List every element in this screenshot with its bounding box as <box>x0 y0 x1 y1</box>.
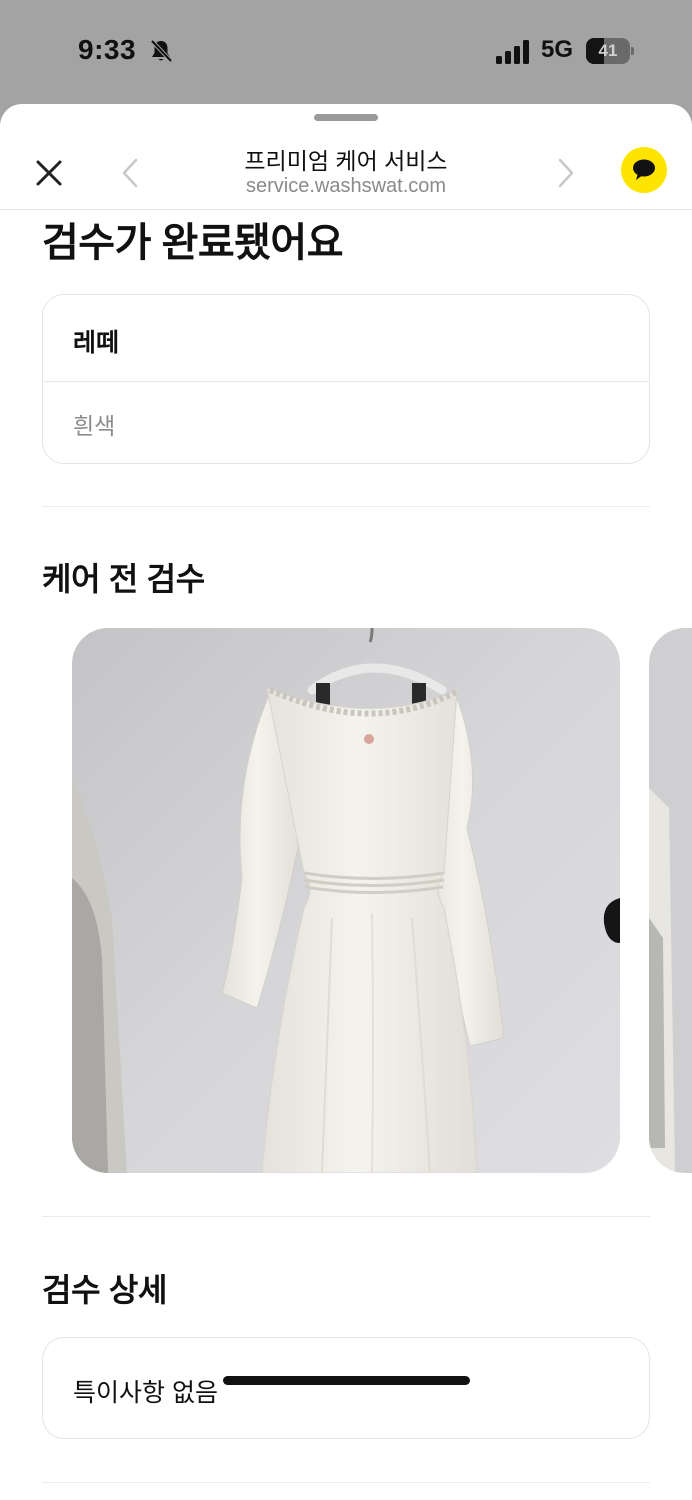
status-time: 9:33 <box>78 34 137 65</box>
home-indicator[interactable] <box>223 1376 470 1385</box>
inspection-detail-card: 특이사항 없음 <box>42 1337 650 1439</box>
item-brand: 레떼 <box>73 329 120 357</box>
divider <box>43 381 649 382</box>
next-photo-preview <box>649 628 692 1173</box>
item-info-card: 레떼 흰색 <box>42 294 650 464</box>
network-label: 5G <box>541 36 574 63</box>
status-bar: 9:33 5G 41 <box>0 0 692 104</box>
inspection-photo[interactable] <box>72 628 620 1173</box>
webview-sheet: 프리미엄 케어 서비스 service.washswat.com 검수가 완료됐… <box>0 104 692 1500</box>
nav-url: service.washswat.com <box>245 175 447 197</box>
section-title-details: 검수 상세 <box>42 1272 168 1308</box>
battery-percent: 41 <box>598 41 618 60</box>
page-content: 검수가 완료됐어요 레떼 흰색 케어 전 검수 검수 상세 특이사항 없음 <box>0 210 692 1500</box>
battery-icon: 41 <box>586 38 634 64</box>
white-dress-on-hanger-photo <box>72 628 620 1173</box>
inspection-note: 특이사항 없음 <box>73 1379 218 1407</box>
section-divider <box>42 506 650 507</box>
inspection-photo-next[interactable] <box>649 628 692 1173</box>
chevron-right-icon[interactable] <box>548 152 584 194</box>
kakao-chat-button[interactable] <box>621 147 667 193</box>
cellular-signal-icon <box>496 40 529 64</box>
page-title: 검수가 완료됐어요 <box>42 221 344 265</box>
section-divider <box>42 1216 650 1217</box>
nav-bar: 프리미엄 케어 서비스 service.washswat.com <box>0 124 692 210</box>
sheet-grabber[interactable] <box>314 114 378 121</box>
bell-slash-icon <box>150 39 173 63</box>
section-title-pre-inspection: 케어 전 검수 <box>42 561 205 597</box>
nav-title: 프리미엄 케어 서비스 <box>244 148 448 174</box>
item-color: 흰색 <box>73 413 116 439</box>
section-divider <box>42 1482 650 1483</box>
chat-bubble-icon <box>633 159 655 180</box>
